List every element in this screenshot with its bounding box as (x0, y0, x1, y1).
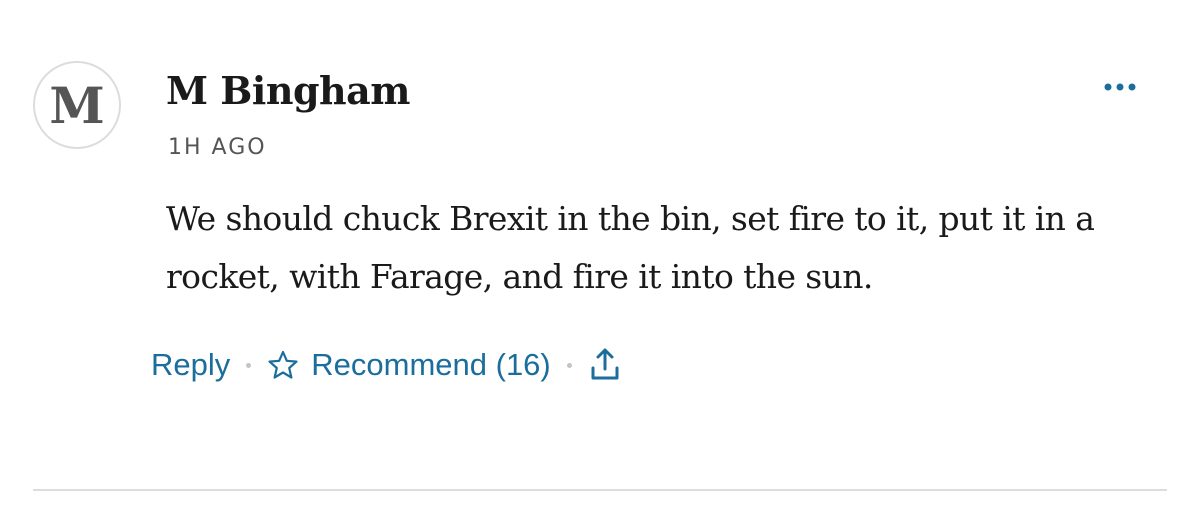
author-name[interactable]: M Bingham (166, 70, 411, 112)
action-separator (246, 362, 252, 368)
reply-button[interactable]: Reply (151, 347, 230, 383)
recommend-label: Recommend (16) (311, 347, 551, 382)
comment-timestamp: 1H AGO (168, 135, 267, 160)
more-horizontal-icon (1104, 83, 1136, 91)
comment-body: We should chuck Brexit in the bin, set f… (166, 199, 1095, 296)
action-separator (566, 362, 572, 368)
more-options-button[interactable] (1095, 72, 1145, 102)
recommend-button[interactable]: Recommend (16) (267, 347, 551, 383)
star-outline-icon (268, 350, 298, 379)
avatar[interactable]: M (33, 61, 121, 149)
avatar-letter: M (49, 76, 105, 135)
divider (33, 489, 1167, 491)
share-upload-icon[interactable] (588, 347, 622, 383)
comment-actions: Reply Recommend (16) (151, 343, 622, 387)
comment-card: M M Bingham 1H AGO We should chuck Brexi… (0, 0, 1200, 506)
